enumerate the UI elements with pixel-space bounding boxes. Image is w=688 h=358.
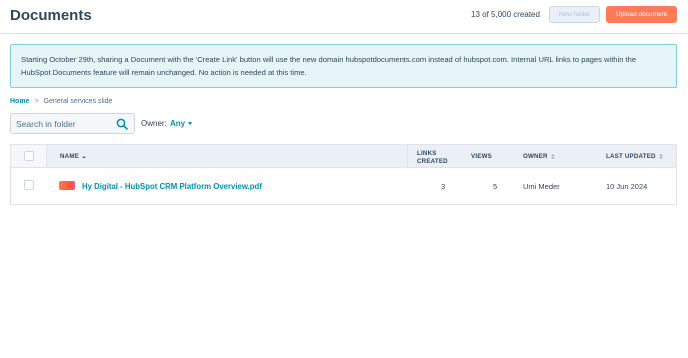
column-name-label: NAME: [60, 153, 80, 160]
owner-filter-label: Owner:: [141, 119, 167, 128]
pdf-file-icon: [59, 181, 75, 190]
column-links-label-line2: CREATED: [417, 158, 448, 165]
alert-text: Starting October 29th, sharing a Documen…: [21, 55, 637, 77]
column-last-updated-label: LAST UPDATED: [606, 153, 656, 160]
search-box: [10, 113, 135, 134]
owner-filter-value: Any: [170, 119, 186, 128]
new-folder-button[interactable]: New folder: [549, 6, 600, 23]
column-views-label: VIEWS: [471, 153, 492, 160]
page-header: Documents 13 of 5,000 created New folder…: [0, 0, 688, 34]
chevron-down-icon: [188, 122, 193, 125]
links-created-value: 3: [441, 182, 446, 191]
sort-icon: [550, 154, 555, 159]
document-name-link[interactable]: Hy Digital - HubSpot CRM Platform Overvi…: [82, 182, 262, 191]
views-value: 5: [493, 182, 498, 191]
column-header-views[interactable]: VIEWS: [471, 153, 492, 160]
column-links-label-line1: LINKS: [417, 150, 437, 157]
column-header-links-created[interactable]: LINKS CREATED: [417, 150, 448, 165]
document-count: 13 of 5,000 created: [471, 10, 540, 19]
breadcrumb-current: General services slide: [43, 98, 113, 105]
upload-document-button[interactable]: Upload document: [606, 6, 677, 23]
breadcrumb: Home > General services slide: [10, 98, 112, 105]
select-all-checkbox[interactable]: [24, 151, 34, 161]
row-checkbox[interactable]: [24, 180, 34, 190]
sort-icon: [658, 154, 663, 159]
documents-table: NAME LINKS CREATED VIEWS OWNER LAST UPDA…: [10, 144, 677, 205]
column-owner-label: OWNER: [523, 153, 548, 160]
table-row: Hy Digital - HubSpot CRM Platform Overvi…: [11, 168, 676, 204]
column-header-name[interactable]: NAME: [60, 153, 87, 160]
column-divider: [407, 145, 408, 167]
breadcrumb-home-link[interactable]: Home: [10, 98, 29, 105]
owner-value: Umi Meder: [523, 182, 560, 191]
select-all-column: [11, 145, 47, 167]
column-header-last-updated[interactable]: LAST UPDATED: [606, 153, 663, 160]
page-title: Documents: [10, 7, 92, 24]
last-updated-value: 10 Jun 2024: [606, 182, 648, 191]
sort-ascending-icon: [82, 155, 87, 158]
search-input[interactable]: [16, 117, 111, 131]
search-icon[interactable]: [116, 118, 128, 130]
column-header-owner[interactable]: OWNER: [523, 153, 555, 160]
owner-filter-dropdown[interactable]: Any: [170, 119, 193, 128]
domain-change-alert: Starting October 29th, sharing a Documen…: [10, 44, 677, 88]
breadcrumb-separator: >: [34, 98, 39, 105]
table-header: NAME LINKS CREATED VIEWS OWNER LAST UPDA…: [11, 145, 676, 168]
